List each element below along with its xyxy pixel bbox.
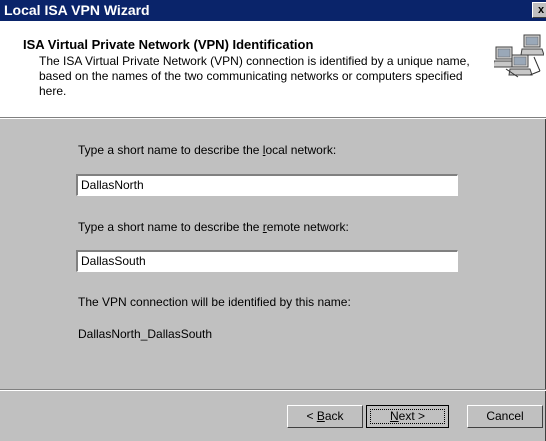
local-network-label: Type a short name to describe the local … (78, 143, 336, 157)
back-button[interactable]: < Back (287, 405, 363, 428)
back-button-label: ack (324, 409, 344, 423)
local-network-input[interactable]: DallasNorth (76, 174, 458, 196)
remote-network-value: DallasSouth (81, 254, 146, 268)
connection-name-value: DallasNorth_DallasSouth (78, 327, 213, 341)
next-button-accelerator: N (389, 409, 399, 423)
next-button[interactable]: Next > (366, 405, 449, 428)
wizard-header: ISA Virtual Private Network (VPN) Identi… (0, 21, 546, 117)
wizard-window: Local ISA VPN Wizard x ISA Virtual Priva… (0, 0, 546, 441)
cancel-button[interactable]: Cancel (467, 405, 543, 428)
next-button-label: ext > (398, 409, 426, 423)
connection-name-label: The VPN connection will be identified by… (78, 295, 351, 309)
page-title: ISA Virtual Private Network (VPN) Identi… (23, 37, 314, 52)
header-divider (0, 117, 546, 119)
remote-label-text: Type a short name to describe the (78, 220, 263, 234)
close-icon: x (537, 4, 545, 16)
cancel-button-label: Cancel (486, 409, 524, 423)
remote-label-text-end: emote network: (266, 220, 349, 234)
remote-network-input[interactable]: DallasSouth (76, 250, 458, 272)
local-network-value: DallasNorth (81, 178, 144, 192)
window-title: Local ISA VPN Wizard (4, 2, 150, 18)
local-label-text: Type a short name to describe the (78, 143, 263, 157)
network-computers-icon (494, 34, 544, 78)
footer-divider (0, 389, 546, 391)
close-button[interactable]: x (532, 2, 546, 18)
back-button-prefix: < (306, 409, 317, 423)
local-label-text-end: ocal network: (265, 143, 337, 157)
back-button-accelerator: B (316, 409, 325, 423)
remote-network-label: Type a short name to describe the remote… (78, 220, 349, 234)
title-bar[interactable]: Local ISA VPN Wizard x (0, 0, 546, 21)
page-description: The ISA Virtual Private Network (VPN) co… (39, 54, 470, 98)
